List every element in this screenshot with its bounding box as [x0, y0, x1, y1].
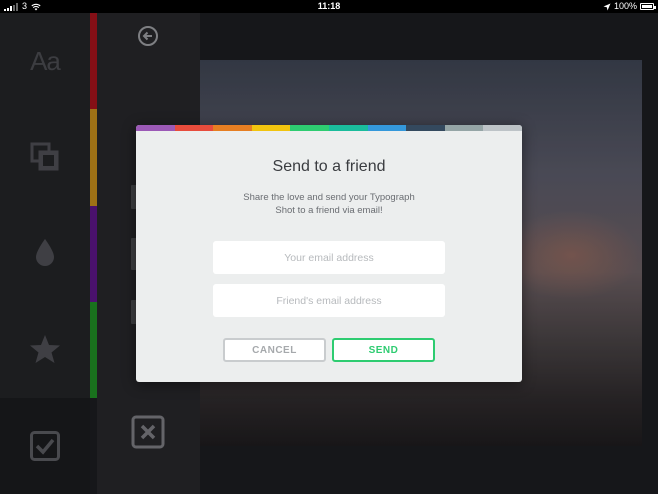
layers-icon: [30, 142, 59, 171]
send-button[interactable]: SEND: [332, 338, 435, 362]
confirm-tool-button[interactable]: [0, 398, 90, 494]
color-stripe-segment: [174, 125, 214, 131]
friend-email-input[interactable]: [213, 284, 445, 317]
status-right: 100%: [603, 0, 656, 13]
status-time: 11:18: [317, 1, 341, 11]
battery-icon: [640, 3, 656, 10]
color-tool-button[interactable]: [0, 205, 90, 301]
color-swatch-gold[interactable]: [90, 109, 97, 206]
location-arrow-icon: [603, 3, 611, 10]
color-stripe-segment: [406, 125, 445, 131]
drop-icon: [36, 239, 54, 266]
dialog-description: Share the love and send your Typograph S…: [226, 191, 432, 217]
layers-tool-button[interactable]: [0, 109, 90, 205]
dialog-title: Send to a friend: [272, 158, 386, 175]
dialog-description-line-2: Shot to a friend via email!: [275, 205, 383, 216]
color-stripe-segment: [136, 125, 175, 131]
font-tool-button[interactable]: Aa: [0, 13, 90, 109]
back-arrow-icon[interactable]: [137, 25, 159, 47]
color-stripe-segment: [367, 125, 407, 131]
color-stripe-segment: [213, 125, 252, 131]
color-stripe-segment: [251, 125, 291, 131]
battery-percent: 100%: [613, 1, 637, 11]
color-strip: [90, 13, 97, 398]
star-icon: [30, 335, 60, 363]
cancel-button[interactable]: CANCEL: [223, 338, 326, 362]
status-bar: 3 11:18 100%: [0, 0, 658, 13]
color-stripe-segment: [483, 125, 522, 131]
favorites-tool-button[interactable]: [0, 301, 90, 397]
dialog-description-line-1: Share the love and send your Typograph: [243, 192, 415, 203]
font-icon: Aa: [30, 45, 61, 76]
close-icon[interactable]: [131, 415, 165, 449]
color-stripe: [136, 125, 522, 131]
color-swatch-red[interactable]: [90, 13, 97, 110]
send-to-friend-dialog: Send to a friend Share the love and send…: [136, 125, 522, 382]
color-swatch-purple[interactable]: [90, 205, 97, 302]
your-email-input[interactable]: [213, 241, 445, 274]
color-swatch-green[interactable]: [90, 301, 97, 398]
color-stripe-segment: [328, 125, 368, 131]
tool-sidebar: Aa: [0, 13, 90, 494]
color-stripe-segment: [444, 125, 484, 131]
color-stripe-segment: [290, 125, 329, 131]
check-icon: [30, 431, 60, 461]
